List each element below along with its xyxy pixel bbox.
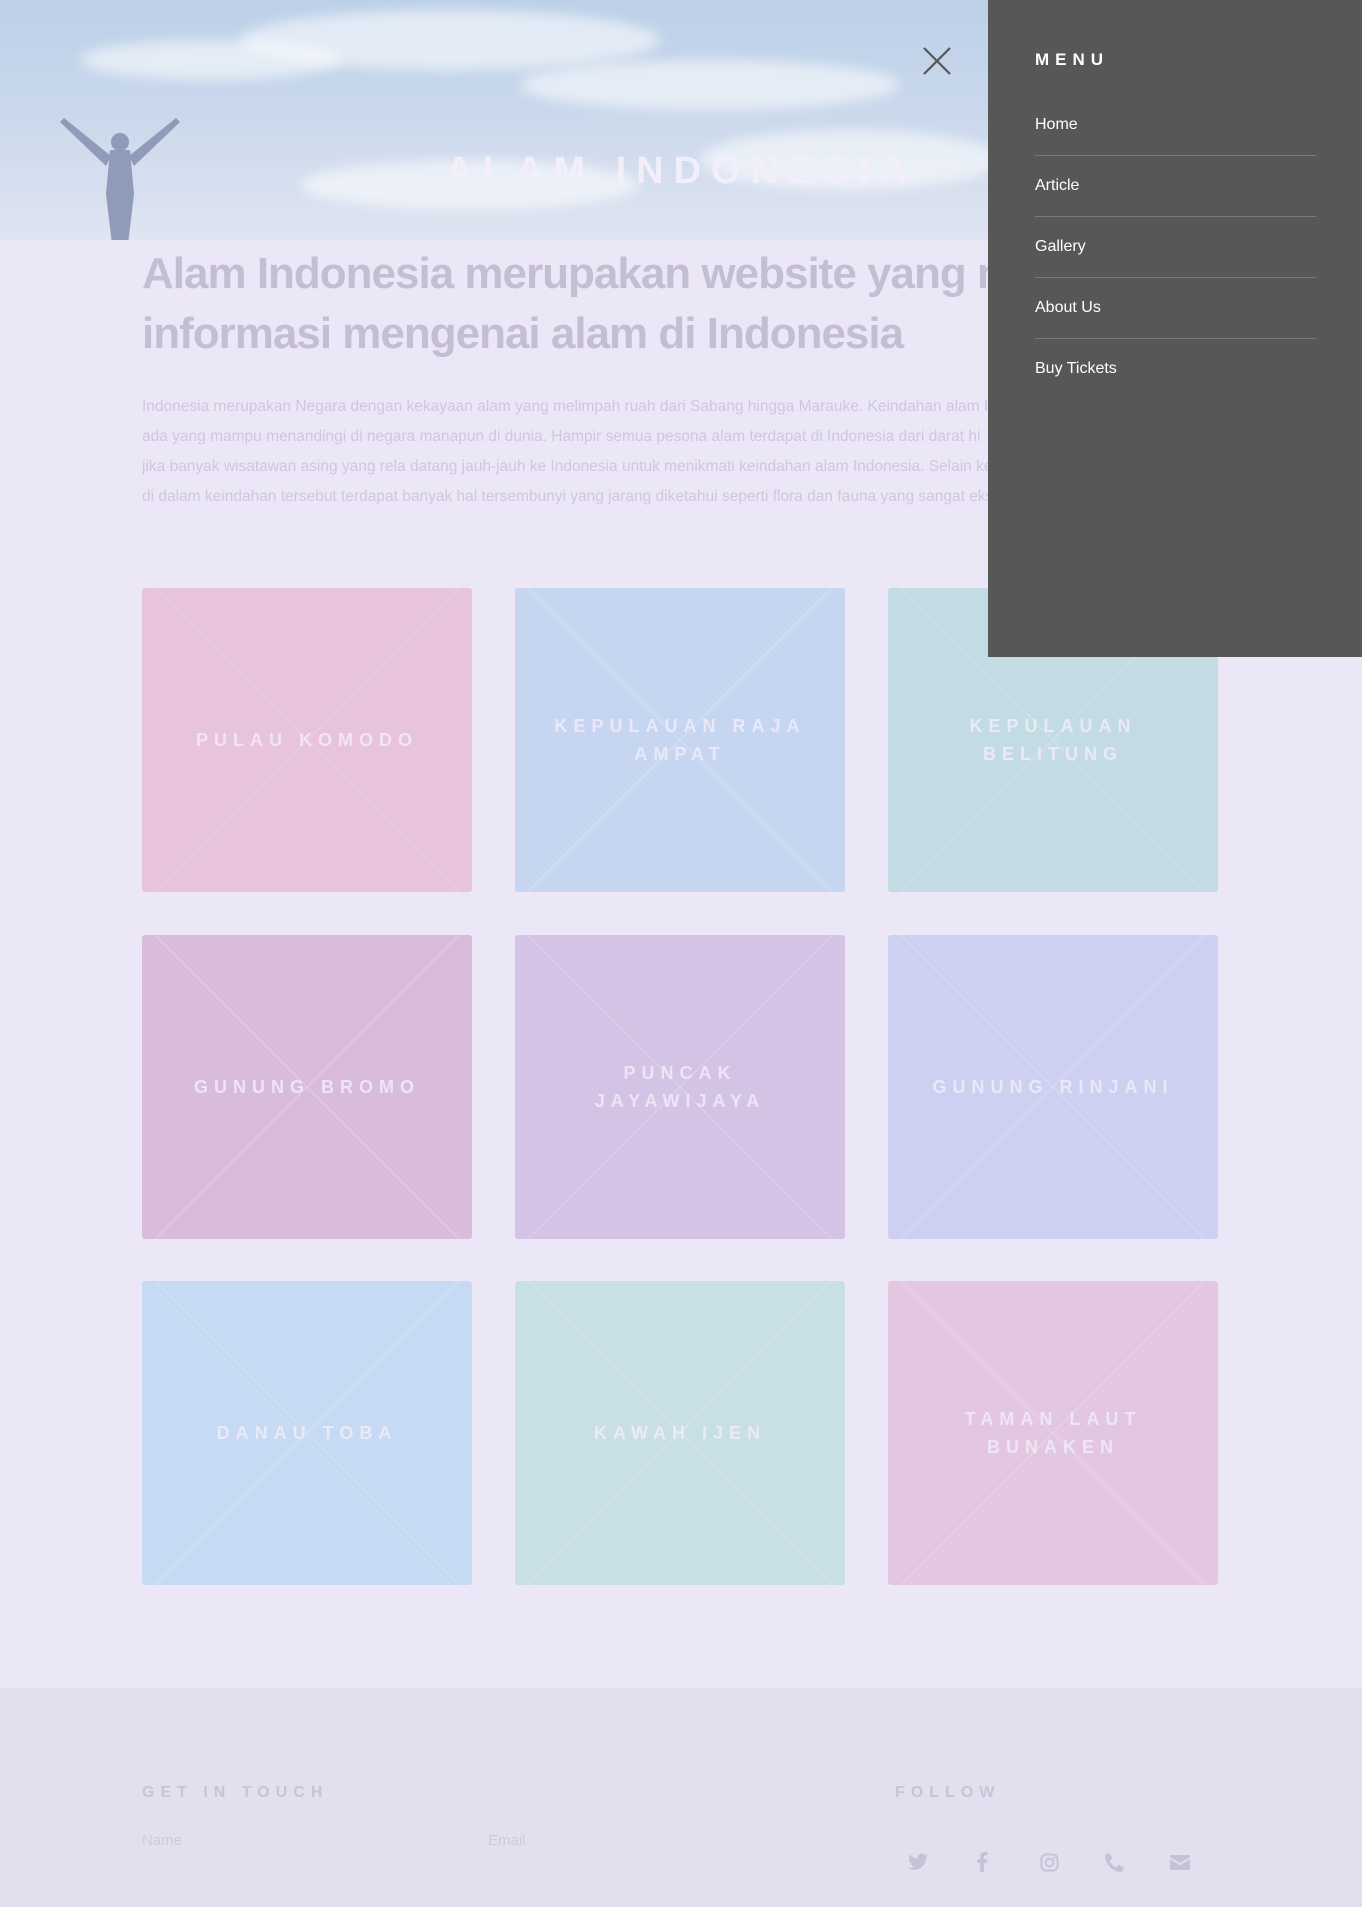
menu-item-home[interactable]: Home (1035, 95, 1316, 156)
follow-heading: FOLLOW (895, 1784, 1001, 1801)
envelope-icon[interactable] (1162, 1848, 1198, 1876)
destination-label: PULAU KOMODO (196, 730, 418, 750)
destination-card[interactable]: PUNCAK JAYAWIJAYA (515, 935, 845, 1239)
close-icon (923, 47, 951, 75)
destination-label: GUNUNG RINJANI (932, 1077, 1174, 1097)
destination-card[interactable]: GUNUNG RINJANI (888, 935, 1218, 1239)
close-menu-button[interactable] (920, 44, 954, 78)
destination-card[interactable]: TAMAN LAUT BUNAKEN (888, 1281, 1218, 1585)
destination-card[interactable]: DANAU TOBA (142, 1281, 472, 1585)
destination-label: PUNCAK JAYAWIJAYA (594, 1063, 766, 1111)
menu-panel: MENU Home Article Gallery About Us Buy T… (988, 0, 1362, 657)
menu-heading: MENU (1035, 50, 1110, 69)
name-field[interactable] (142, 1832, 442, 1849)
menu-list: Home Article Gallery About Us Buy Ticket… (1035, 95, 1316, 400)
instagram-icon[interactable] (1031, 1848, 1067, 1876)
destination-label: KEPULAUAN BELITUNG (969, 716, 1137, 764)
destination-label: KAWAH IJEN (593, 1423, 767, 1443)
destination-label: DANAU TOBA (216, 1423, 398, 1443)
facebook-icon[interactable] (964, 1848, 1000, 1876)
destination-card[interactable]: KAWAH IJEN (515, 1281, 845, 1585)
twitter-icon[interactable] (900, 1848, 936, 1876)
contact-heading: GET IN TOUCH (142, 1784, 329, 1801)
destination-label: KEPULAUAN RAJA AMPAT (554, 716, 806, 764)
destination-card[interactable]: GUNUNG BROMO (142, 935, 472, 1239)
destination-label: TAMAN LAUT BUNAKEN (964, 1409, 1142, 1457)
menu-item-about-us[interactable]: About Us (1035, 278, 1316, 339)
footer: GET IN TOUCH FOLLOW (0, 1688, 1362, 1907)
menu-item-buy-tickets[interactable]: Buy Tickets (1035, 339, 1316, 400)
destination-card[interactable]: PULAU KOMODO (142, 588, 472, 892)
menu-item-gallery[interactable]: Gallery (1035, 217, 1316, 278)
menu-item-article[interactable]: Article (1035, 156, 1316, 217)
destination-label: GUNUNG BROMO (194, 1077, 420, 1097)
phone-icon[interactable] (1096, 1848, 1132, 1876)
email-field[interactable] (488, 1832, 788, 1849)
destination-card[interactable]: KEPULAUAN RAJA AMPAT (515, 588, 845, 892)
